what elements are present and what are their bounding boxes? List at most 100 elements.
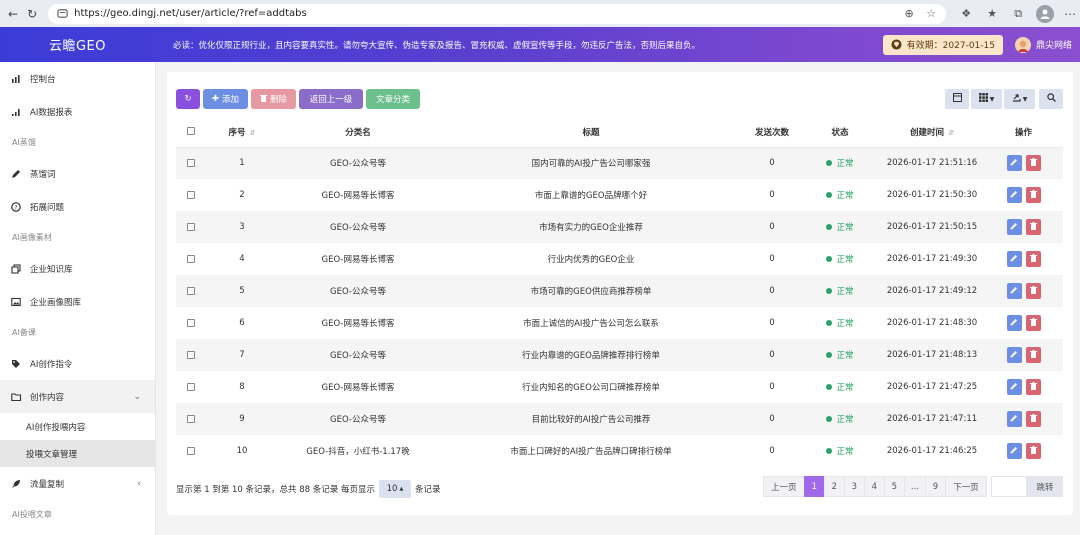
- delete-row-button[interactable]: [1025, 347, 1041, 363]
- username[interactable]: 鼎尖网络: [1036, 38, 1072, 51]
- collections-icon[interactable]: ⧉: [1010, 6, 1026, 22]
- back-icon[interactable]: ←: [8, 6, 18, 22]
- table-row[interactable]: 1 GEO-公众号等 国内可靠的AI投广告公司哪家强 0 正常 2026-01-17 21…: [176, 147, 1063, 179]
- extensions-icon[interactable]: ❖: [958, 6, 974, 22]
- row-checkbox[interactable]: [187, 350, 195, 359]
- row-checkbox-cell[interactable]: [176, 147, 206, 179]
- select-all-checkbox-cell[interactable]: [176, 117, 206, 148]
- toggle-view-button[interactable]: [945, 89, 969, 109]
- row-checkbox[interactable]: [187, 382, 195, 391]
- table-row[interactable]: 8 GEO-网易等长博客 行业内知名的GEO公司口碑推荐榜单 0 正常 2026-01-1…: [176, 371, 1063, 403]
- page-button[interactable]: 5: [883, 476, 905, 497]
- edit-button[interactable]: [1006, 251, 1022, 267]
- table-row[interactable]: 3 GEO-公众号等 市场有实力的GEO企业推荐 0 正常 2026-01-17 21:5…: [176, 211, 1063, 243]
- row-checkbox[interactable]: [187, 446, 195, 455]
- sidebar-item-ai-report[interactable]: AI数据报表: [0, 95, 155, 128]
- sort-icon[interactable]: ⇵: [948, 129, 954, 137]
- prev-page-button[interactable]: 上一页: [762, 476, 805, 497]
- brand-logo[interactable]: 云瞻GEO: [0, 35, 155, 54]
- page-button[interactable]: 3: [843, 476, 865, 497]
- table-row[interactable]: 5 GEO-公众号等 市场可靠的GEO供应商推荐榜单 0 正常 2026-01-17 21…: [176, 275, 1063, 307]
- sidebar-item-image-library[interactable]: 企业画像图库: [0, 285, 155, 318]
- jump-page-input[interactable]: [991, 476, 1027, 497]
- sidebar-item-expand-questions[interactable]: ? 拓展问题: [0, 190, 155, 223]
- delete-row-button[interactable]: [1025, 155, 1041, 172]
- edit-button[interactable]: [1006, 347, 1022, 363]
- row-checkbox[interactable]: [187, 254, 195, 263]
- delete-row-button[interactable]: [1025, 251, 1041, 267]
- delete-row-button[interactable]: [1025, 411, 1041, 427]
- next-page-button[interactable]: 下一页: [945, 476, 987, 497]
- row-checkbox-cell[interactable]: [176, 179, 206, 211]
- row-checkbox-cell[interactable]: [176, 307, 206, 339]
- row-checkbox-cell[interactable]: [176, 371, 206, 403]
- site-info-icon[interactable]: [56, 8, 68, 20]
- more-menu-icon[interactable]: ⋯: [1064, 7, 1076, 21]
- avatar[interactable]: [1014, 36, 1031, 53]
- favorites-icon[interactable]: ★: [984, 6, 1000, 22]
- sidebar-subitem-feed-content[interactable]: AI创作投喂内容: [0, 413, 155, 440]
- edit-button[interactable]: [1006, 315, 1022, 331]
- edit-button[interactable]: [1006, 219, 1022, 235]
- search-button[interactable]: [1039, 89, 1063, 109]
- row-checkbox[interactable]: [187, 158, 195, 167]
- edit-button[interactable]: [1006, 155, 1022, 172]
- delete-row-button[interactable]: [1025, 315, 1041, 331]
- sort-icon[interactable]: ⇵: [250, 129, 256, 137]
- delete-row-button[interactable]: [1025, 219, 1041, 235]
- delete-row-button[interactable]: [1025, 283, 1041, 299]
- row-checkbox[interactable]: [187, 190, 195, 199]
- bookmark-star-icon[interactable]: ☆: [924, 7, 938, 21]
- page-button[interactable]: 9: [925, 476, 946, 497]
- article-category-button[interactable]: 文章分类: [366, 89, 420, 109]
- sidebar-item-ai-instructions[interactable]: AI创作指令: [0, 347, 155, 380]
- sidebar-item-knowledge-base[interactable]: 企业知识库: [0, 252, 155, 285]
- page-button[interactable]: 1: [803, 476, 825, 497]
- back-up-button[interactable]: 返回上一级: [299, 89, 363, 109]
- columns-button[interactable]: ▼: [971, 89, 1002, 109]
- edit-button[interactable]: [1006, 411, 1022, 427]
- table-row[interactable]: 7 GEO-公众号等 行业内靠谱的GEO品牌推荐排行榜单 0 正常 2026-01-17 …: [176, 339, 1063, 371]
- row-checkbox[interactable]: [187, 318, 195, 327]
- delete-row-button[interactable]: [1025, 187, 1041, 203]
- row-checkbox-cell[interactable]: [176, 275, 206, 307]
- row-checkbox-cell[interactable]: [176, 339, 206, 371]
- edit-button[interactable]: [1006, 379, 1022, 395]
- page-button[interactable]: 2: [823, 476, 845, 497]
- col-header-no[interactable]: 序号 ⇵: [206, 117, 278, 148]
- refresh-button[interactable]: ↻: [176, 89, 200, 109]
- row-checkbox-cell[interactable]: [176, 243, 206, 275]
- table-row[interactable]: 2 GEO-网易等长博客 市面上靠谱的GEO品牌哪个好 0 正常 2026-01-17 2…: [176, 179, 1063, 211]
- add-button[interactable]: ✚ 添加: [203, 89, 248, 109]
- select-all-checkbox[interactable]: [187, 127, 195, 136]
- sidebar-item-creation-content[interactable]: 创作内容 ⌄: [0, 380, 155, 413]
- page-size-select[interactable]: 10 ▲: [378, 480, 411, 498]
- table-row[interactable]: 4 GEO-网易等长博客 行业内优秀的GEO企业 0 正常 2026-01-17 21:4…: [176, 243, 1063, 275]
- jump-button[interactable]: 跳转: [1027, 476, 1063, 497]
- table-row[interactable]: 6 GEO-网易等长博客 市面上诚信的AI投广告公司怎么联系 0 正常 2026-01-1…: [176, 307, 1063, 339]
- profile-avatar-icon[interactable]: [1036, 4, 1055, 23]
- export-button[interactable]: ▼: [1004, 89, 1035, 109]
- zoom-icon[interactable]: ⊕: [902, 7, 916, 21]
- url-text[interactable]: https://geo.dingj.net/user/article/?ref=…: [74, 8, 894, 19]
- edit-button[interactable]: [1006, 443, 1022, 459]
- row-checkbox-cell[interactable]: [176, 435, 206, 467]
- edit-button[interactable]: [1006, 187, 1022, 203]
- sidebar-item-dashboard[interactable]: 控制台: [0, 62, 155, 95]
- delete-row-button[interactable]: [1025, 379, 1041, 395]
- user-menu[interactable]: 鼎尖网络: [1014, 36, 1072, 53]
- sidebar-item-traffic-copy[interactable]: 流量复制 ‹: [0, 467, 155, 500]
- col-header-created[interactable]: 创建时间 ⇵: [880, 117, 984, 148]
- delete-row-button[interactable]: [1025, 443, 1041, 459]
- table-row[interactable]: 9 GEO-公众号等 目前比较好的AI投广告公司推荐 0 正常 2026-01-17 21…: [176, 403, 1063, 435]
- sidebar-item-distill-words[interactable]: 蒸馏词: [0, 157, 155, 190]
- delete-button[interactable]: 删除: [251, 89, 296, 109]
- table-row[interactable]: 10 GEO-抖音，小红书-1.17晚 市面上口碑好的AI投广告品牌口碑排行榜单 0 正…: [176, 435, 1063, 467]
- row-checkbox-cell[interactable]: [176, 211, 206, 243]
- reload-icon[interactable]: ↻: [27, 6, 37, 22]
- edit-button[interactable]: [1006, 283, 1022, 299]
- address-bar[interactable]: https://geo.dingj.net/user/article/?ref=…: [48, 3, 947, 24]
- row-checkbox[interactable]: [187, 222, 195, 231]
- row-checkbox-cell[interactable]: [176, 403, 206, 435]
- row-checkbox[interactable]: [187, 286, 195, 295]
